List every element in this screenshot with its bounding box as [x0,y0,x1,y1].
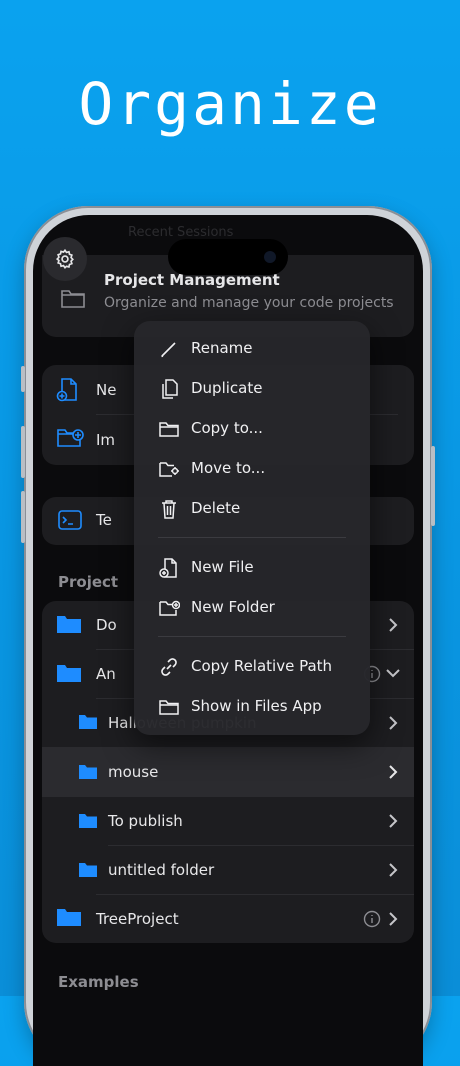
chevron-right-icon [389,716,398,730]
folder-icon [79,715,97,729]
folder-gear-icon [159,462,179,477]
chevron-right-icon [389,765,398,779]
folder-icon [57,665,81,682]
menu-item-copy-to[interactable]: Copy to... [134,409,370,449]
menu-item-rename[interactable]: Rename [134,329,370,369]
terminal-action: Te [96,511,112,529]
action-button [21,366,25,392]
folder-outline-icon [159,700,179,715]
menu-item-delete[interactable]: Delete [134,489,370,529]
menu-item-duplicate[interactable]: Duplicate [134,369,370,409]
dynamic-island [168,239,288,275]
app-screen: Recent Sessions Project Management Organ… [33,215,423,1066]
volume-down-button [21,491,25,543]
headline: Organize [78,70,382,138]
faint-background-title: Recent Sessions [128,225,234,240]
context-menu: Rename Duplicate Copy to... Move to... D… [134,321,370,735]
menu-item-copy-relative-path[interactable]: Copy Relative Path [134,647,370,687]
chevron-down-icon[interactable] [385,668,401,678]
gear-icon [56,248,74,269]
info-icon[interactable] [363,910,381,928]
examples-section-header: Examples [58,973,139,991]
menu-item-move-to[interactable]: Move to... [134,449,370,489]
pencil-icon [161,342,176,358]
trash-icon [162,500,176,519]
volume-up-button [21,426,25,478]
duplicate-icon [162,379,178,399]
power-button [431,446,435,526]
tree-item-treeproject[interactable]: TreeProject [96,910,179,928]
import-action[interactable]: Im [96,431,115,449]
import-folder-icon [57,429,84,447]
folder-icon [79,765,97,779]
chevron-right-icon [389,618,398,632]
chevron-right-icon [389,912,398,926]
folder-icon [61,290,85,308]
new-folder-icon [159,600,180,616]
terminal-icon [58,510,82,530]
menu-item-new-folder[interactable]: New Folder [134,588,370,628]
link-icon [161,658,177,676]
tree-item-do[interactable]: Do [96,616,117,634]
tree-item-untitled[interactable]: untitled folder [108,861,214,879]
folder-icon [57,909,81,926]
projects-section-header: Project [58,573,119,591]
folder-icon [57,616,81,633]
new-file-icon [159,558,177,578]
phone-frame: Recent Sessions Project Management Organ… [21,206,435,1066]
new-file-icon [56,378,77,402]
settings-button[interactable] [43,237,87,281]
chevron-right-icon [389,814,398,828]
folder-icon [79,863,97,877]
chevron-right-icon [389,863,398,877]
tree-item-an[interactable]: An [96,665,116,683]
folder-icon [79,814,97,828]
page-subtitle: Organize and manage your code projects [104,295,394,311]
menu-item-new-file[interactable]: New File [134,548,370,588]
tree-item-to-publish[interactable]: To publish [108,812,183,830]
new-file-action[interactable]: Ne [96,381,116,399]
folder-outline-icon [159,422,179,437]
menu-item-show-in-files[interactable]: Show in Files App [134,687,370,727]
tree-item-mouse[interactable]: mouse [108,763,158,781]
